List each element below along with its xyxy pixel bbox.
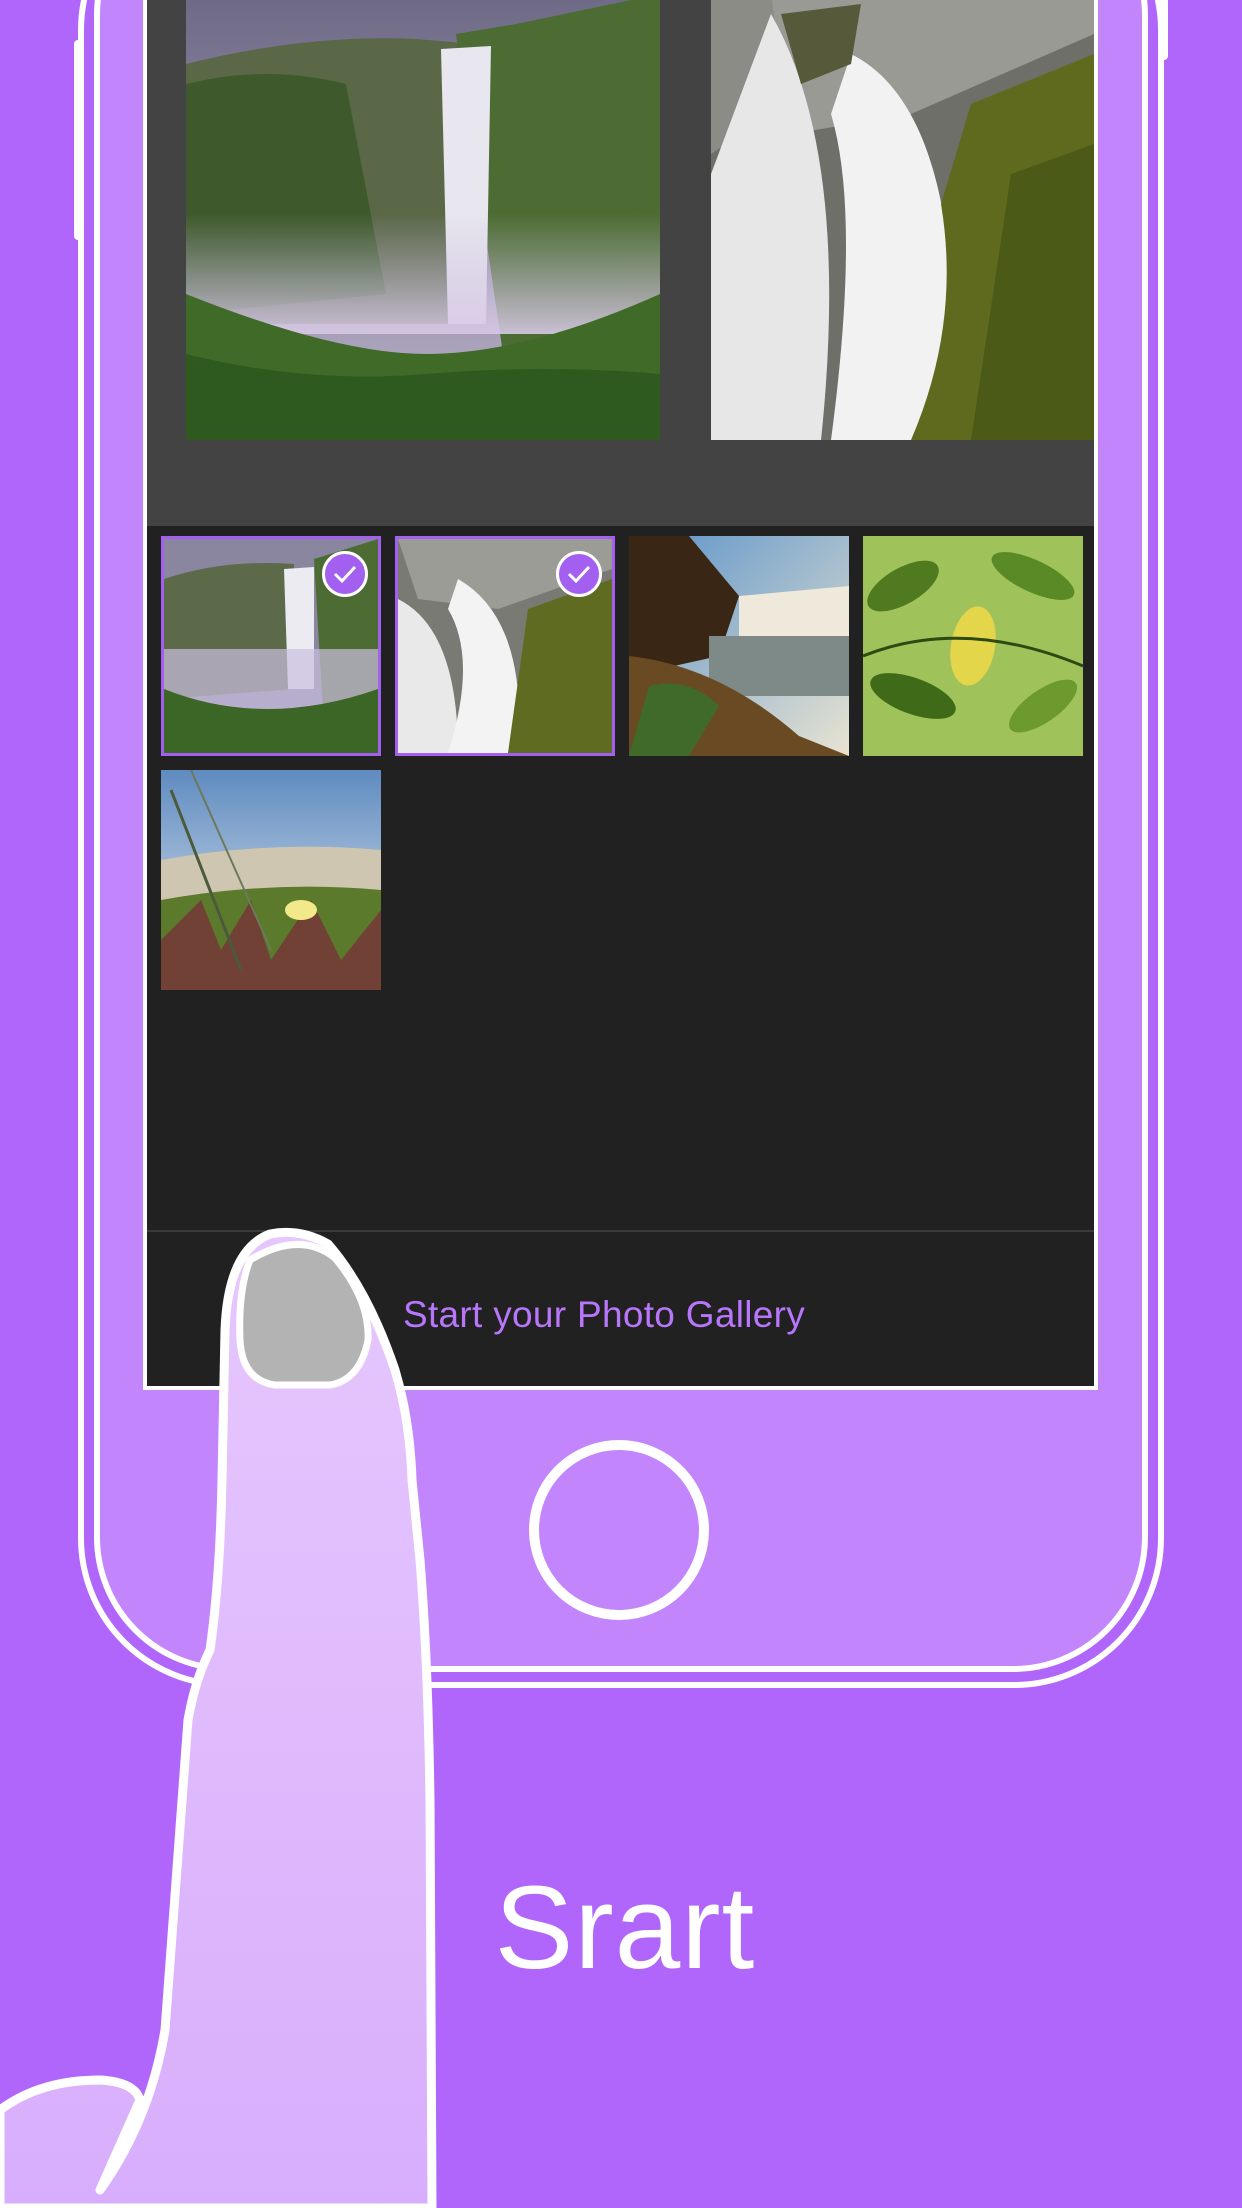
hand-shape	[0, 1227, 437, 2208]
pointing-hand-illustration	[0, 1227, 437, 2208]
